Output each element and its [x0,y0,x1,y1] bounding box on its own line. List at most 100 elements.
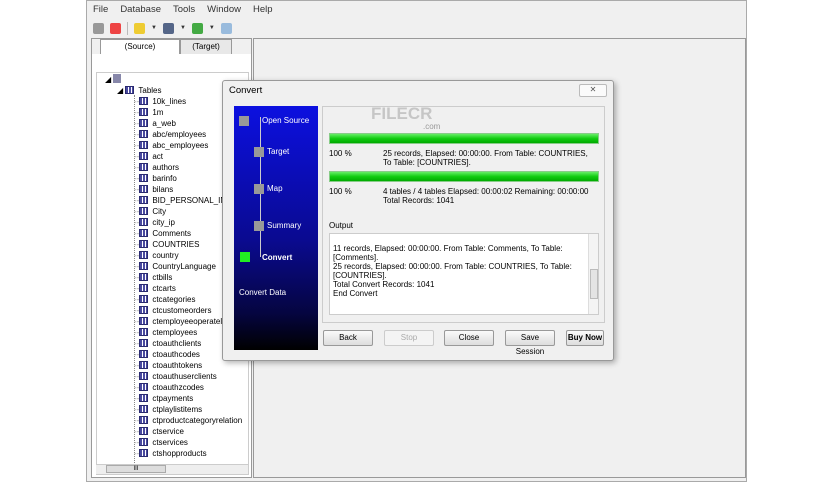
tree-item-table[interactable]: -- 1m [134,107,163,118]
tree-item-table[interactable]: -- barinfo [134,173,177,184]
menu-bar: File Database Tools Window Help [93,4,273,15]
tree-item-table[interactable]: -- ctcarts [134,283,176,294]
step-marker [254,221,264,231]
tree-item-table[interactable]: -- a_web [134,118,176,129]
tree-item-table[interactable]: -- city_ip [134,217,175,228]
table-icon [139,152,149,160]
table-name: ctoauthtokens [152,361,203,370]
output-scrollbar[interactable] [588,234,598,314]
tree-item-table[interactable]: -- abc/employees [134,129,206,140]
tab-source[interactable]: (Source) [100,39,180,54]
menu-help[interactable]: Help [253,4,273,15]
tree-item-table[interactable]: -- CountryLanguage [134,261,216,272]
tree-item-table[interactable]: -- ctcategories [134,294,195,305]
table-name: COUNTRIES [152,240,200,249]
chevron-down-icon[interactable]: ▼ [209,25,215,31]
table-icon [139,416,149,424]
output-log[interactable]: 11 records, Elapsed: 00:00:00. From Tabl… [329,233,599,315]
tree-item-table[interactable]: -- ctoauthcodes [134,349,200,360]
total-progress-line1: 4 tables / 4 tables Elapsed: 00:00:02 Re… [383,187,589,196]
horizontal-scrollbar[interactable]: III [96,464,248,474]
stop-button[interactable]: Stop [384,330,434,346]
tree-item-table[interactable]: -- ctoauthzcodes [134,382,204,393]
tree-item-table[interactable]: -- ctshopproducts [134,448,207,459]
tree-item-table[interactable]: -- ctpayments [134,393,193,404]
close-icon[interactable]: ✕ [579,84,607,97]
toolbar-separator [127,21,128,35]
table-icon [139,306,149,314]
menu-file[interactable]: File [93,4,108,15]
output-label: Output [329,221,354,230]
table-name: ctoauthuserclients [152,372,217,381]
disconnect-icon[interactable] [93,22,104,34]
table-name: ctplaylistitems [152,405,203,414]
scroll-thumb[interactable]: III [106,465,166,473]
tree-item-table[interactable]: -- ctoauthuserclients [134,371,217,382]
close-button[interactable]: Close [444,330,494,346]
table-icon [139,119,149,127]
output-line: [Comments]. [333,253,379,262]
output-line: 25 records, Elapsed: 00:00:00. From Tabl… [333,262,572,271]
step-marker-active [240,252,250,262]
convert-icon[interactable] [162,22,174,34]
info-icon[interactable] [220,22,232,34]
tab-target[interactable]: (Target) [180,39,232,54]
tree-item-table[interactable]: -- abc_employees [134,140,208,151]
menu-window[interactable]: Window [207,4,241,15]
save-session-button[interactable]: Save Session [505,330,555,356]
dialog-title: Convert [229,85,263,96]
wizard-steps: Open Source Target Map Summary Convert C… [234,106,318,350]
table-icon [139,130,149,138]
buy-now-button[interactable]: Buy Now [566,330,604,346]
table-icon [139,350,149,358]
tree-item-table[interactable]: -- ctplaylistitems [134,404,202,415]
table-name: barinfo [152,174,177,183]
tree-item-table[interactable]: -- COUNTRIES [134,239,199,250]
tree-item-table[interactable]: -- ctservice [134,426,184,437]
tree-item-table[interactable]: -- ctservices [134,437,188,448]
table-icon [139,108,149,116]
tree-item-table[interactable]: -- BID_PERSONAL_INF [134,195,231,206]
tree-item-table[interactable]: -- ctcustomeorders [134,305,211,316]
table-icon [139,361,149,369]
tree-item-table[interactable]: -- country [134,250,179,261]
table-icon [139,383,149,391]
watermark: FILECR [371,104,433,123]
tree-item-table[interactable]: -- ctoauthclients [134,338,201,349]
tree-item-table[interactable]: -- ctemployees [134,327,197,338]
tree-item-table[interactable]: -- act [134,151,163,162]
chevron-down-icon[interactable]: ▼ [180,25,186,31]
tree-item-table[interactable]: -- ctbills [134,272,172,283]
table-icon [139,196,149,204]
tree-item-table[interactable]: -- Comments [134,228,191,239]
step-convert: Convert [262,253,293,262]
table-name: authors [152,163,180,172]
tree-item-table[interactable]: -- bilans [134,184,173,195]
table-icon [139,438,149,446]
database-icon[interactable] [134,22,145,34]
tables-label: Tables [138,86,162,95]
tree-item-table[interactable]: -- City [134,206,166,217]
table-name: ctoauthcodes [152,350,200,359]
output-line: End Convert [333,289,378,298]
menu-tools[interactable]: Tools [173,4,195,15]
table-name: ctservices [152,438,188,447]
chevron-down-icon[interactable]: ▼ [151,25,157,31]
connect-icon[interactable] [110,22,121,34]
tree-item-table[interactable]: -- 10k_lines [134,96,186,107]
tree-item-table[interactable]: -- ctproductcategoryrelation [134,415,242,426]
tree-item-table[interactable]: -- authors [134,162,179,173]
tree-item-table[interactable]: -- ctemployeeoperatelog [134,316,231,327]
table-progress-bar [329,133,599,144]
table-name: ctcustomeorders [152,306,212,315]
menu-database[interactable]: Database [120,4,161,15]
table-name: ctbills [152,273,173,282]
table-icon [139,229,149,237]
table-name: a_web [152,119,176,128]
table-icon [139,218,149,226]
sync-icon[interactable] [191,22,203,34]
database-node[interactable]: ◢ [105,74,122,85]
back-button[interactable]: Back [323,330,373,346]
tree-item-table[interactable]: -- ctoauthtokens [134,360,202,371]
tables-node[interactable]: ◢ Tables [117,85,162,96]
